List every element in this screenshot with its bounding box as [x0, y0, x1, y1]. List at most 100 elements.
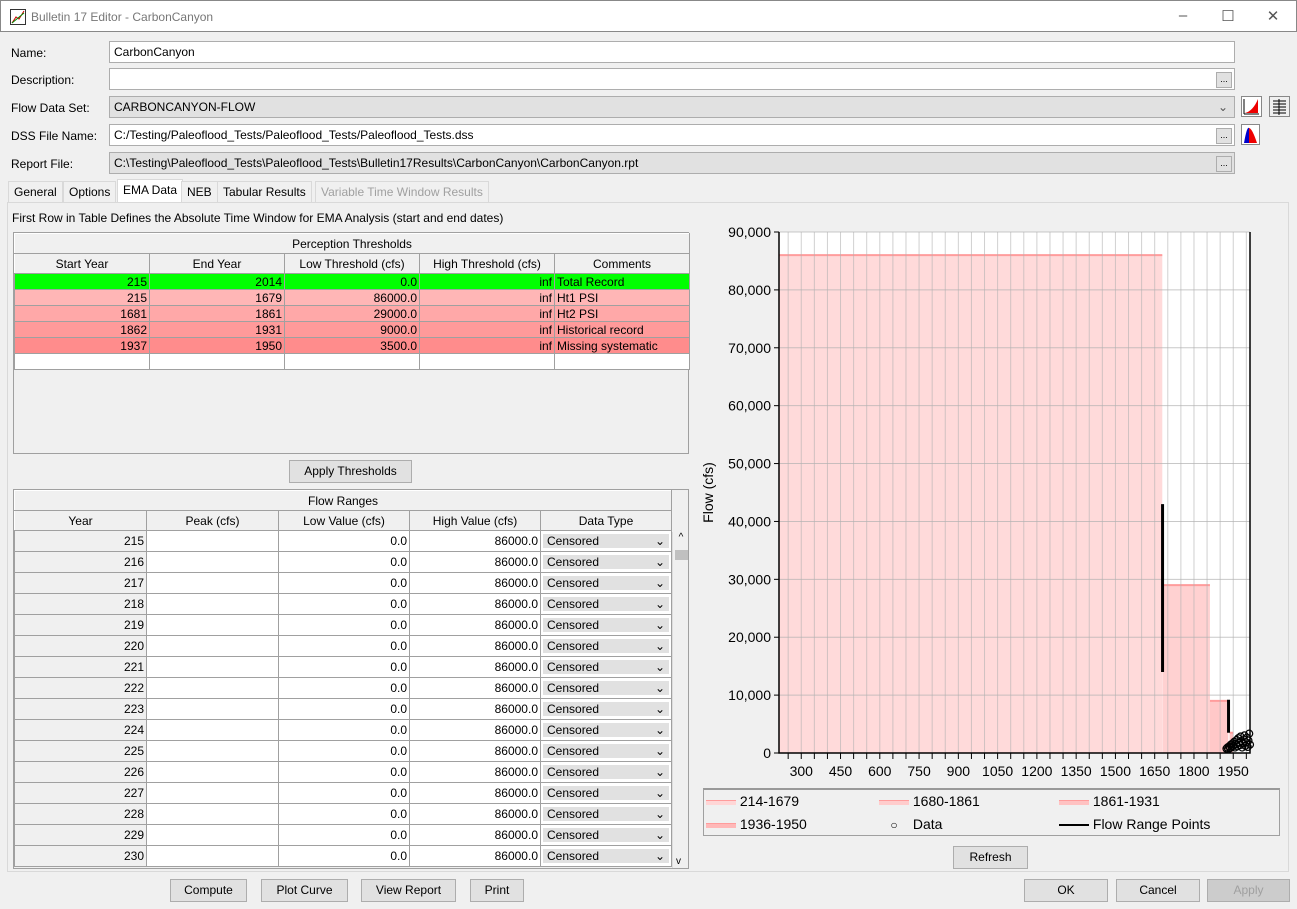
- flow-cell-low[interactable]: 0.0: [278, 635, 410, 657]
- flow-data-set-select[interactable]: CARBONCANYON-FLOW ⌄: [109, 96, 1235, 118]
- flow-column-header[interactable]: Data Type: [539, 510, 673, 531]
- threshold-column-header[interactable]: Start Year: [14, 253, 150, 274]
- flow-cell-low[interactable]: 0.0: [278, 761, 410, 783]
- flow-range-row[interactable]: 227 0.0 86000.0 Censored ⌄: [14, 782, 673, 804]
- description-input[interactable]: [109, 68, 1235, 90]
- threshold-cell-high[interactable]: inf: [419, 305, 555, 322]
- data-type-select[interactable]: Censored ⌄: [539, 719, 673, 741]
- flow-cell-high[interactable]: 86000.0: [409, 803, 541, 825]
- flow-cell-low[interactable]: 0.0: [278, 698, 410, 720]
- data-type-select[interactable]: Censored ⌄: [539, 803, 673, 825]
- threshold-cell-comment[interactable]: Total Record: [553, 273, 691, 290]
- dss-browse-button[interactable]: ...: [1216, 128, 1232, 144]
- threshold-row[interactable]: 1862 1931 9000.0 inf Historical record: [14, 321, 691, 338]
- data-type-select[interactable]: Censored ⌄: [539, 698, 673, 720]
- flow-cell-low[interactable]: 0.0: [278, 677, 410, 699]
- close-button[interactable]: ✕: [1263, 7, 1283, 25]
- flow-cell-low[interactable]: 0.0: [278, 740, 410, 762]
- flow-range-row[interactable]: 223 0.0 86000.0 Censored ⌄: [14, 698, 673, 720]
- view-report-button[interactable]: View Report: [361, 879, 456, 902]
- cancel-button[interactable]: Cancel: [1116, 879, 1200, 902]
- flow-cell-high[interactable]: 86000.0: [409, 656, 541, 678]
- flow-range-row[interactable]: 218 0.0 86000.0 Censored ⌄: [14, 593, 673, 615]
- compute-button[interactable]: Compute: [170, 879, 247, 902]
- data-type-select[interactable]: Censored ⌄: [539, 635, 673, 657]
- print-button[interactable]: Print: [470, 879, 524, 902]
- threshold-cell-start[interactable]: 1937: [14, 337, 150, 354]
- data-type-select[interactable]: Censored ⌄: [539, 656, 673, 678]
- threshold-row[interactable]: 215 2014 0.0 inf Total Record: [14, 273, 691, 290]
- flow-cell-low[interactable]: 0.0: [278, 572, 410, 594]
- threshold-cell-empty[interactable]: [284, 353, 420, 370]
- threshold-cell-low[interactable]: 86000.0: [284, 289, 420, 306]
- flow-cell-low[interactable]: 0.0: [278, 824, 410, 846]
- threshold-cell-high[interactable]: inf: [419, 273, 555, 290]
- data-type-select[interactable]: Censored ⌄: [539, 824, 673, 846]
- flow-range-row[interactable]: 215 0.0 86000.0 Censored ⌄: [14, 530, 673, 552]
- flow-cell-peak[interactable]: [146, 677, 279, 699]
- tab-ema-data[interactable]: EMA Data: [117, 179, 184, 202]
- flow-range-row[interactable]: 216 0.0 86000.0 Censored ⌄: [14, 551, 673, 573]
- tab-general[interactable]: General: [8, 181, 63, 202]
- flow-cell-high[interactable]: 86000.0: [409, 572, 541, 594]
- flow-cell-peak[interactable]: [146, 845, 279, 867]
- threshold-cell-empty[interactable]: [14, 353, 150, 370]
- ok-button[interactable]: OK: [1024, 879, 1108, 902]
- flow-cell-low[interactable]: 0.0: [278, 803, 410, 825]
- threshold-cell-end[interactable]: 1679: [149, 289, 285, 306]
- flow-cell-peak[interactable]: [146, 656, 279, 678]
- flow-cell-peak[interactable]: [146, 593, 279, 615]
- data-type-select[interactable]: Censored ⌄: [539, 782, 673, 804]
- flow-cell-high[interactable]: 86000.0: [409, 782, 541, 804]
- table-data-icon[interactable]: [1269, 96, 1290, 117]
- flow-cell-low[interactable]: 0.0: [278, 551, 410, 573]
- threshold-row[interactable]: 1681 1861 29000.0 inf Ht2 PSI: [14, 305, 691, 322]
- flow-range-row[interactable]: 224 0.0 86000.0 Censored ⌄: [14, 719, 673, 741]
- threshold-empty-row[interactable]: [14, 353, 691, 370]
- description-browse-button[interactable]: ...: [1216, 72, 1232, 88]
- threshold-cell-end[interactable]: 2014: [149, 273, 285, 290]
- data-type-select[interactable]: Censored ⌄: [539, 740, 673, 762]
- flow-column-header[interactable]: High Value (cfs): [409, 510, 541, 531]
- threshold-cell-start[interactable]: 1862: [14, 321, 150, 338]
- flow-range-row[interactable]: 228 0.0 86000.0 Censored ⌄: [14, 803, 673, 825]
- threshold-cell-end[interactable]: 1861: [149, 305, 285, 322]
- threshold-cell-high[interactable]: inf: [419, 337, 555, 354]
- report-browse-button[interactable]: ...: [1216, 156, 1232, 172]
- flow-cell-peak[interactable]: [146, 635, 279, 657]
- flow-range-row[interactable]: 226 0.0 86000.0 Censored ⌄: [14, 761, 673, 783]
- refresh-button[interactable]: Refresh: [953, 846, 1028, 869]
- flow-range-row[interactable]: 225 0.0 86000.0 Censored ⌄: [14, 740, 673, 762]
- data-type-select[interactable]: Censored ⌄: [539, 551, 673, 573]
- data-type-select[interactable]: Censored ⌄: [539, 761, 673, 783]
- flow-cell-low[interactable]: 0.0: [278, 782, 410, 804]
- threshold-column-header[interactable]: High Threshold (cfs): [419, 253, 555, 274]
- flow-range-row[interactable]: 221 0.0 86000.0 Censored ⌄: [14, 656, 673, 678]
- threshold-cell-low[interactable]: 0.0: [284, 273, 420, 290]
- minimize-button[interactable]: –: [1173, 7, 1193, 24]
- flow-cell-peak[interactable]: [146, 551, 279, 573]
- flow-range-row[interactable]: 222 0.0 86000.0 Censored ⌄: [14, 677, 673, 699]
- flow-column-header[interactable]: Low Value (cfs): [278, 510, 410, 531]
- flow-cell-peak[interactable]: [146, 698, 279, 720]
- threshold-cell-low[interactable]: 3500.0: [284, 337, 420, 354]
- dss-file-input[interactable]: C:/Testing/Paleoflood_Tests/Paleoflood_T…: [109, 124, 1235, 146]
- tab-neb[interactable]: NEB: [181, 181, 218, 202]
- maximize-button[interactable]: ☐: [1218, 7, 1238, 25]
- flow-cell-high[interactable]: 86000.0: [409, 593, 541, 615]
- flow-cell-high[interactable]: 86000.0: [409, 530, 541, 552]
- flow-range-row[interactable]: 219 0.0 86000.0 Censored ⌄: [14, 614, 673, 636]
- flow-cell-high[interactable]: 86000.0: [409, 824, 541, 846]
- threshold-cell-end[interactable]: 1950: [149, 337, 285, 354]
- data-type-select[interactable]: Censored ⌄: [539, 530, 673, 552]
- flow-cell-peak[interactable]: [146, 761, 279, 783]
- flow-cell-low[interactable]: 0.0: [278, 530, 410, 552]
- threshold-column-header[interactable]: End Year: [149, 253, 285, 274]
- flow-cell-low[interactable]: 0.0: [278, 719, 410, 741]
- threshold-cell-comment[interactable]: Missing systematic: [553, 337, 691, 354]
- threshold-column-header[interactable]: Low Threshold (cfs): [284, 253, 420, 274]
- flow-cell-high[interactable]: 86000.0: [409, 698, 541, 720]
- flow-cell-high[interactable]: 86000.0: [409, 719, 541, 741]
- threshold-cell-empty[interactable]: [149, 353, 285, 370]
- flow-cell-high[interactable]: 86000.0: [409, 740, 541, 762]
